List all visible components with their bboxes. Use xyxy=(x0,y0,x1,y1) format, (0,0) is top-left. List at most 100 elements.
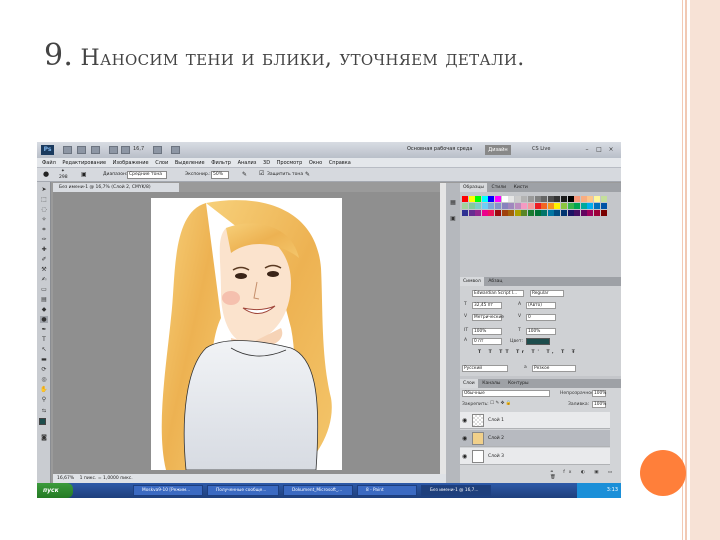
document-canvas[interactable] xyxy=(151,198,342,470)
start-button[interactable]: пуск xyxy=(37,483,73,498)
screen-mode-icon[interactable] xyxy=(171,146,180,154)
color-swatch[interactable] xyxy=(554,210,561,216)
color-swatch[interactable] xyxy=(554,196,561,202)
crop-tool-icon[interactable]: ⌗ xyxy=(40,226,48,233)
color-swatch[interactable] xyxy=(594,203,600,209)
kerning-select[interactable]: Метрические xyxy=(472,314,504,321)
menu-help[interactable]: Справка xyxy=(329,158,351,168)
horizontal-scale-input[interactable]: 100% xyxy=(526,328,556,335)
swap-colors-icon[interactable]: ⇆ xyxy=(40,408,48,415)
minimize-icon[interactable]: – xyxy=(583,146,591,153)
hand-icon[interactable] xyxy=(109,146,118,154)
taskbar-item[interactable]: Dokument_Microsoft_... xyxy=(283,485,353,496)
taskbar-item[interactable]: Без имени-1 @ 16,7... xyxy=(421,485,491,496)
actions-panel-icon[interactable]: ▣ xyxy=(449,215,457,222)
zoom-tool-icon[interactable] xyxy=(121,146,130,154)
opacity-input[interactable]: 100% xyxy=(592,390,606,397)
eye-icon[interactable]: ◉ xyxy=(462,453,467,460)
color-swatch[interactable] xyxy=(508,203,515,209)
tracking-input[interactable]: 0 xyxy=(526,314,556,321)
layer-row[interactable]: ◉ Слой 1 xyxy=(460,412,610,429)
color-swatch[interactable] xyxy=(541,210,548,216)
layer-actions-icons[interactable]: ⚭ fx ◐ ▣ ▭ 🗑 xyxy=(550,470,621,480)
color-swatch[interactable] xyxy=(501,210,508,216)
leading-input[interactable]: (Авто) xyxy=(526,302,556,309)
color-swatch[interactable] xyxy=(462,196,468,202)
color-swatch[interactable] xyxy=(580,210,587,216)
bridge-icon[interactable] xyxy=(63,146,72,154)
burn-tool-icon[interactable]: ● xyxy=(43,170,49,178)
color-swatch[interactable] xyxy=(561,203,567,209)
color-swatch[interactable] xyxy=(488,196,495,202)
menu-analysis[interactable]: Анализ xyxy=(238,158,257,168)
color-swatch[interactable] xyxy=(541,203,548,209)
pen-tool-icon[interactable]: ✒ xyxy=(40,326,48,333)
shape-tool-icon[interactable]: ▬ xyxy=(40,356,48,363)
tab-swatches[interactable]: Образцы xyxy=(460,183,487,192)
color-swatch[interactable] xyxy=(574,203,581,209)
history-brush-icon[interactable]: ✍ xyxy=(40,276,48,283)
tab-paths[interactable]: Контуры xyxy=(505,379,532,388)
eraser-icon[interactable]: ▭ xyxy=(40,286,48,293)
color-swatch[interactable] xyxy=(501,196,508,202)
color-swatch[interactable] xyxy=(475,203,482,209)
document-tab[interactable]: Без имени-1 @ 16,7% (Слой 2, CMYK/8) xyxy=(53,183,179,192)
color-swatch[interactable] xyxy=(534,210,541,216)
protect-tones-checkbox[interactable]: ☑ xyxy=(259,170,264,177)
path-select-icon[interactable]: ↖ xyxy=(40,346,48,353)
brush-tool-icon[interactable]: ✐ xyxy=(40,256,48,263)
color-swatch[interactable] xyxy=(600,196,607,202)
color-swatch[interactable] xyxy=(468,203,475,209)
color-swatch[interactable] xyxy=(547,210,554,216)
color-swatch[interactable] xyxy=(567,196,574,202)
color-swatch[interactable] xyxy=(481,196,488,202)
color-swatch[interactable] xyxy=(501,203,508,209)
color-swatch[interactable] xyxy=(475,210,482,216)
color-swatch[interactable] xyxy=(508,210,515,216)
text-style-buttons[interactable]: T T TT Tr T' T, T Ŧ xyxy=(478,350,578,355)
gradient-tool-icon[interactable]: ▤ xyxy=(40,296,48,303)
menu-layers[interactable]: Слои xyxy=(155,158,168,168)
range-select[interactable]: Средние тона xyxy=(127,171,167,179)
color-swatch[interactable] xyxy=(580,203,587,209)
text-color-swatch[interactable] xyxy=(526,338,550,345)
menu-file[interactable]: Файл xyxy=(42,158,56,168)
menu-view[interactable]: Просмотр xyxy=(277,158,303,168)
exposure-input[interactable]: 50% xyxy=(211,171,229,179)
language-select[interactable]: Русский xyxy=(462,365,508,372)
clone-stamp-icon[interactable]: ⚒ xyxy=(40,266,48,273)
color-swatch[interactable] xyxy=(587,203,594,209)
color-swatch[interactable] xyxy=(528,210,534,216)
blend-mode-select[interactable]: Обычные xyxy=(462,390,550,397)
color-swatch[interactable] xyxy=(587,196,594,202)
color-swatch[interactable] xyxy=(495,210,501,216)
color-swatch[interactable] xyxy=(567,210,574,216)
color-swatch[interactable] xyxy=(547,203,554,209)
pressure-icon[interactable]: ✎ xyxy=(305,171,310,178)
color-swatch[interactable] xyxy=(521,210,528,216)
lasso-tool-icon[interactable]: ◌ xyxy=(40,206,48,213)
system-tray-clock[interactable]: 3:13 xyxy=(577,483,621,498)
blur-tool-icon[interactable]: ◆ xyxy=(40,306,48,313)
font-size-input[interactable]: 32,45 пт xyxy=(472,302,502,309)
history-panel-icon[interactable]: ▦ xyxy=(449,199,457,206)
layer-row[interactable]: ◉ Слой 2 xyxy=(460,430,610,447)
color-swatch[interactable] xyxy=(528,196,534,202)
tab-channels[interactable]: Каналы xyxy=(479,379,503,388)
menu-filter[interactable]: Фильтр xyxy=(211,158,231,168)
color-swatch[interactable] xyxy=(468,210,475,216)
color-swatch[interactable] xyxy=(567,203,574,209)
minibridge-icon[interactable] xyxy=(77,146,86,154)
quick-mask-icon[interactable]: ◙ xyxy=(40,434,48,441)
tab-brushes[interactable]: Кисти xyxy=(511,183,531,192)
maximize-icon[interactable]: □ xyxy=(595,146,603,153)
zoom-tool-icon[interactable]: ⚲ xyxy=(40,396,48,403)
marquee-tool-icon[interactable]: ⬚ xyxy=(40,196,48,203)
color-swatch[interactable] xyxy=(514,210,521,216)
color-swatch[interactable] xyxy=(462,210,468,216)
3d-orbit-icon[interactable]: ◎ xyxy=(40,376,48,383)
color-swatch[interactable] xyxy=(594,210,600,216)
type-tool-icon[interactable]: T xyxy=(40,336,48,343)
font-style-select[interactable]: Regular xyxy=(530,290,564,297)
color-swatch[interactable] xyxy=(554,203,561,209)
